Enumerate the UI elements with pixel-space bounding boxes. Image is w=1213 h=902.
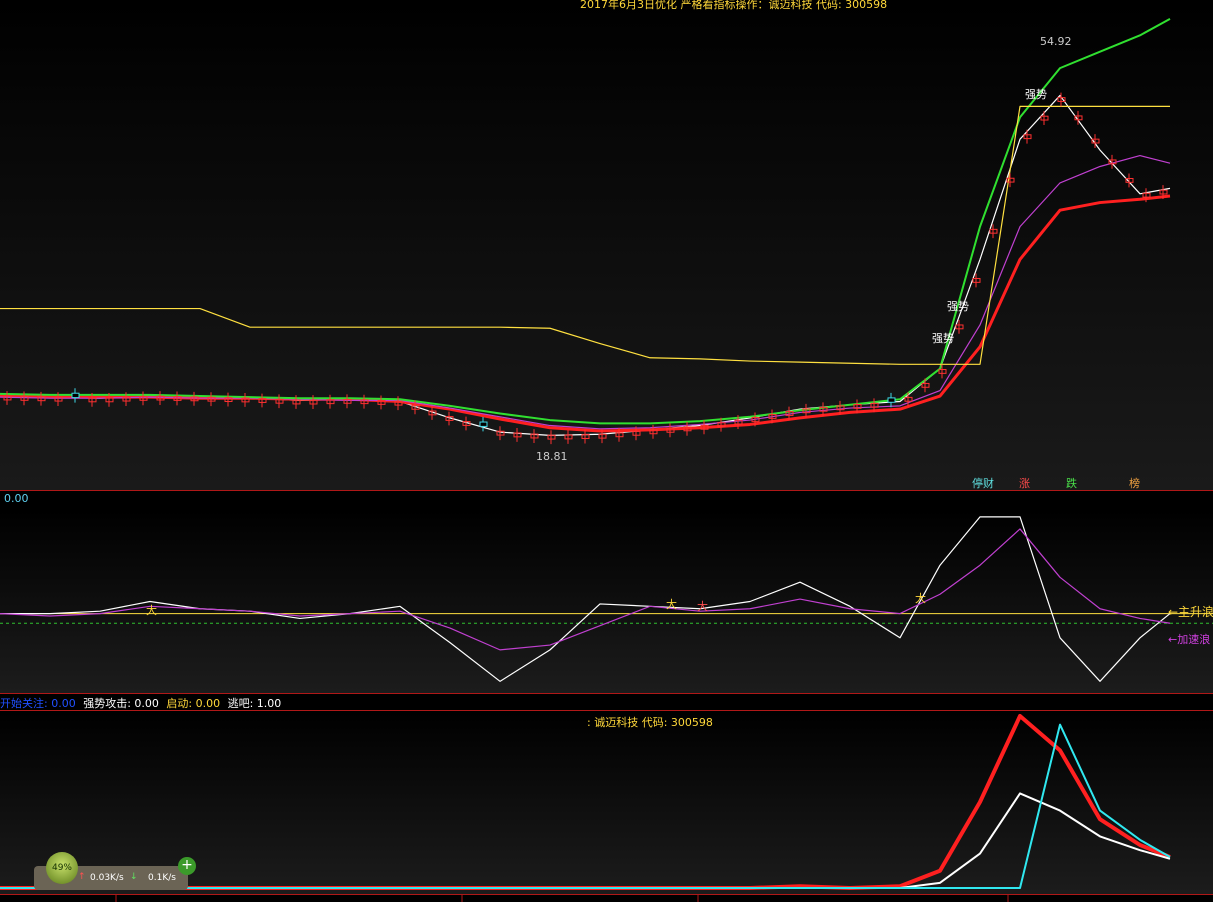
series-line-0 (0, 714, 1171, 890)
candle-body (71, 392, 80, 399)
main-chart-svg (0, 18, 1171, 445)
pane-separator-1 (0, 490, 1213, 491)
legend-qiangshigongji: 强势攻击: 0.00 (83, 697, 159, 710)
pane-separator-2 (0, 693, 1213, 694)
download-speed: 0.1K/s (148, 873, 176, 883)
add-icon[interactable]: + (178, 857, 196, 875)
download-arrow-icon: ↓ (130, 872, 138, 882)
low-price-label: 18.81 (536, 450, 568, 463)
signal-label-3: 强势 (932, 332, 954, 345)
main-chart-pane: 2017年6月3日优化 严格看指标操作：诚迈科技 代码: 300598 54.9… (0, 0, 1213, 490)
signal-label-1: 强势 (1025, 88, 1047, 101)
series-line-1 (0, 528, 1171, 651)
cpu-gauge[interactable]: 49% (46, 852, 78, 884)
upload-arrow-icon: ↑ (78, 872, 86, 882)
oscillator-svg (0, 516, 1213, 682)
btn-zhang[interactable]: 涨 (1019, 475, 1030, 491)
series-line-0 (0, 516, 1171, 682)
btn-bang[interactable]: 榜 (1129, 475, 1140, 491)
oscillator-pane: 大 大 大 大 ←主升浪 ←加速浪 (0, 510, 1213, 693)
legend-qidong: 启动: 0.00 (166, 697, 221, 710)
series-line-0 (0, 94, 1171, 436)
candle-body (887, 397, 896, 403)
upload-speed: 0.03K/s (90, 873, 124, 883)
series-line-3 (0, 18, 1171, 425)
date-axis (115, 894, 1009, 902)
high-price-label: 54.92 (1040, 35, 1072, 48)
legend-taoba: 逃吧: 1.00 (227, 697, 282, 710)
osc-label-jiasulang: ←加速浪 (1168, 633, 1211, 646)
main-chart-title: 2017年6月3日优化 严格看指标操作：诚迈科技 代码: 300598 (580, 0, 888, 11)
main-value-label: 0.00 (4, 492, 29, 505)
series-line-2 (0, 154, 1171, 430)
pane-separator-3 (0, 710, 1213, 711)
candle-body (479, 421, 488, 427)
osc-marker-4: 大 (915, 592, 926, 605)
btn-die[interactable]: 跌 (1066, 475, 1077, 491)
series-line-2 (0, 723, 1171, 889)
bottom-pane-title: : 诚迈科技 代码: 300598 (587, 716, 713, 729)
series-line-4 (0, 105, 1170, 365)
btn-tingcai[interactable]: 停财 (972, 475, 994, 491)
legend-kaishiguanzhu: 开始关注: 0.00 (0, 697, 76, 710)
osc-legend: 开始关注: 0.00 强势攻击: 0.00 启动: 0.00 逃吧: 1.00 (0, 695, 281, 711)
osc-label-zhushenglang: ←主升浪 (1168, 605, 1213, 619)
signal-label-2: 强势 (947, 300, 969, 313)
osc-marker-2: 大 (666, 598, 677, 611)
osc-marker-3: 大 (697, 600, 708, 613)
osc-marker-1: 大 (146, 604, 157, 617)
